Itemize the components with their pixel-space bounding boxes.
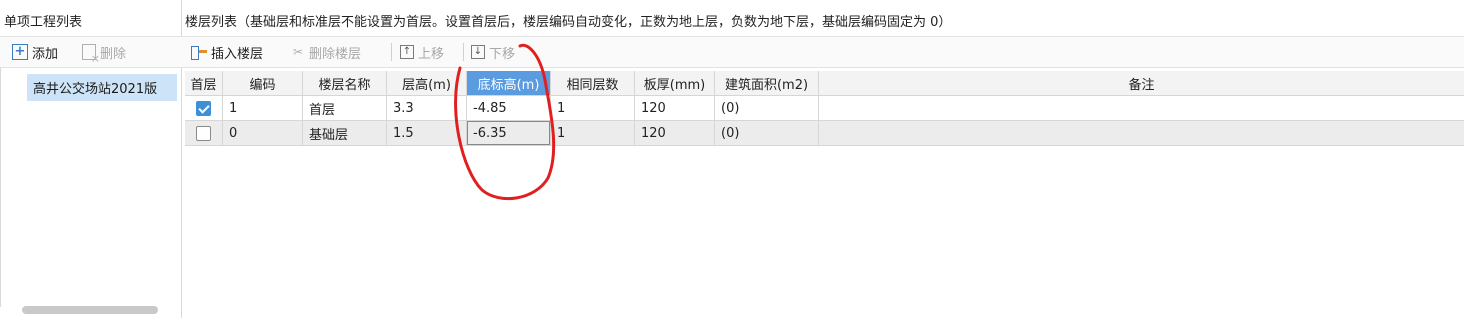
slab-thickness-cell[interactable]: 120: [635, 96, 715, 121]
project-item[interactable]: 高井公交场站2021版: [27, 74, 177, 101]
floor-list-title: 楼层列表（基础层和标准层不能设置为首层。设置首层后，楼层编码自动变化，正数为地上…: [185, 15, 952, 30]
code-cell[interactable]: 0: [223, 121, 303, 146]
floor-name-cell[interactable]: 首层: [303, 96, 387, 121]
building-area-cell[interactable]: (0): [715, 121, 819, 146]
delete-label: 删除: [100, 46, 127, 62]
first-floor-cell[interactable]: [185, 96, 223, 121]
header-building-area[interactable]: 建筑面积(m2): [715, 71, 819, 96]
table-row[interactable]: 0 基础层 1.5 -6.35 1 120 (0): [185, 121, 1464, 146]
header-note[interactable]: 备注: [819, 71, 1464, 96]
first-floor-cell[interactable]: [185, 121, 223, 146]
delete-project-button[interactable]: 删除: [82, 41, 127, 65]
arrow-up-icon: ↑: [400, 45, 414, 59]
delete-floor-button[interactable]: ✂ 删除楼层: [291, 41, 361, 63]
toolbar-divider: [391, 43, 392, 61]
move-up-button[interactable]: ↑ 上移: [400, 41, 444, 63]
project-panel: 单项工程列表 + 添加 删除 高井公交场站2021版: [0, 0, 182, 318]
delete-floor-label: 删除楼层: [309, 46, 362, 62]
note-cell[interactable]: [819, 121, 1464, 146]
project-toolbar: + 添加 删除: [0, 36, 181, 68]
floor-toolbar: 插入楼层 ✂ 删除楼层 ↑ 上移 ↓ 下移: [181, 36, 1464, 68]
insert-floor-icon: [191, 45, 207, 60]
bottom-elevation-cell[interactable]: -6.35: [467, 121, 551, 146]
arrow-down-icon: ↓: [471, 45, 485, 59]
plus-icon: +: [12, 44, 28, 60]
move-down-label: 下移: [489, 46, 516, 62]
first-floor-checkbox[interactable]: [196, 125, 211, 141]
same-count-cell[interactable]: 1: [551, 121, 635, 146]
add-project-button[interactable]: + 添加: [12, 41, 58, 63]
slab-thickness-cell[interactable]: 120: [635, 121, 715, 146]
floor-height-cell[interactable]: 3.3: [387, 96, 467, 121]
header-code[interactable]: 编码: [223, 71, 303, 96]
header-first-floor[interactable]: 首层: [185, 71, 223, 96]
header-floor-name[interactable]: 楼层名称: [303, 71, 387, 96]
bottom-elevation-cell[interactable]: -4.85: [467, 96, 551, 121]
toolbar-divider: [463, 43, 464, 61]
project-list-title: 单项工程列表: [4, 15, 83, 30]
move-down-button[interactable]: ↓ 下移: [471, 41, 515, 63]
first-floor-checkbox[interactable]: [196, 100, 211, 116]
floor-height-cell[interactable]: 1.5: [387, 121, 467, 146]
code-cell[interactable]: 1: [223, 96, 303, 121]
horizontal-scrollbar[interactable]: [22, 306, 158, 314]
building-area-cell[interactable]: (0): [715, 96, 819, 121]
move-up-label: 上移: [418, 46, 445, 62]
header-bottom-elevation[interactable]: 底标高(m): [467, 71, 551, 96]
header-same-count[interactable]: 相同层数: [551, 71, 635, 96]
note-cell[interactable]: [819, 96, 1464, 121]
add-label: 添加: [32, 46, 59, 62]
floor-name-cell[interactable]: 基础层: [303, 121, 387, 146]
floor-table: 首层 编码 楼层名称 层高(m) 底标高(m) 相同层数 板厚(mm) 建筑面积…: [185, 71, 1464, 318]
delete-floor-icon: ✂: [292, 45, 304, 59]
insert-floor-label: 插入楼层: [211, 46, 264, 62]
insert-floor-button[interactable]: 插入楼层: [191, 41, 263, 63]
project-list: 高井公交场站2021版: [0, 67, 182, 307]
header-floor-height[interactable]: 层高(m): [387, 71, 467, 96]
delete-icon: [82, 44, 100, 65]
same-count-cell[interactable]: 1: [551, 96, 635, 121]
table-header-row: 首层 编码 楼层名称 层高(m) 底标高(m) 相同层数 板厚(mm) 建筑面积…: [185, 71, 1464, 96]
header-slab-thickness[interactable]: 板厚(mm): [635, 71, 715, 96]
table-row[interactable]: 1 首层 3.3 -4.85 1 120 (0): [185, 96, 1464, 121]
